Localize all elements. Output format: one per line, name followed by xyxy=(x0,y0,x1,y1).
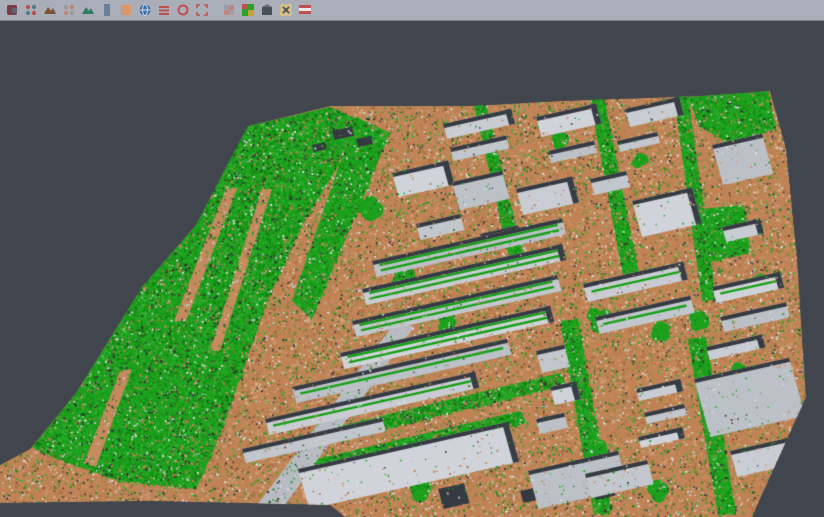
clear-selection-icon xyxy=(278,2,294,18)
sparse-points-icon[interactable] xyxy=(60,1,78,19)
classified-cloud-icon xyxy=(240,2,256,18)
classify-tool-icon[interactable] xyxy=(3,1,21,19)
classified-cloud-icon[interactable] xyxy=(239,1,257,19)
model-box-icon[interactable] xyxy=(258,1,276,19)
layers-red-icon xyxy=(156,2,172,18)
clear-selection-icon[interactable] xyxy=(277,1,295,19)
sparse-points-icon xyxy=(61,2,77,18)
filter-grid-icon xyxy=(221,2,237,18)
main-toolbar xyxy=(0,0,824,21)
terrain-brown-icon xyxy=(42,2,58,18)
target-icon xyxy=(175,2,191,18)
viewport-3d xyxy=(0,21,824,517)
application-window xyxy=(0,0,824,517)
multipoint-tool-icon[interactable] xyxy=(22,1,40,19)
globe-icon[interactable] xyxy=(136,1,154,19)
classify-tool-icon xyxy=(4,2,20,18)
select-region-icon[interactable] xyxy=(193,1,211,19)
ortho-tile-icon xyxy=(118,2,134,18)
layers-red-icon[interactable] xyxy=(155,1,173,19)
profile-view-icon[interactable] xyxy=(98,1,116,19)
terrain-green-icon xyxy=(80,2,96,18)
point-cloud-canvas[interactable] xyxy=(0,21,824,517)
multipoint-tool-icon xyxy=(23,2,39,18)
ortho-tile-icon[interactable] xyxy=(117,1,135,19)
model-box-icon xyxy=(259,2,275,18)
select-region-icon xyxy=(194,2,210,18)
profile-view-icon xyxy=(99,2,115,18)
flagged-lines-icon[interactable] xyxy=(296,1,314,19)
terrain-brown-icon[interactable] xyxy=(41,1,59,19)
flagged-lines-icon xyxy=(297,2,313,18)
target-icon[interactable] xyxy=(174,1,192,19)
globe-icon xyxy=(137,2,153,18)
filter-grid-icon[interactable] xyxy=(220,1,238,19)
terrain-green-icon[interactable] xyxy=(79,1,97,19)
